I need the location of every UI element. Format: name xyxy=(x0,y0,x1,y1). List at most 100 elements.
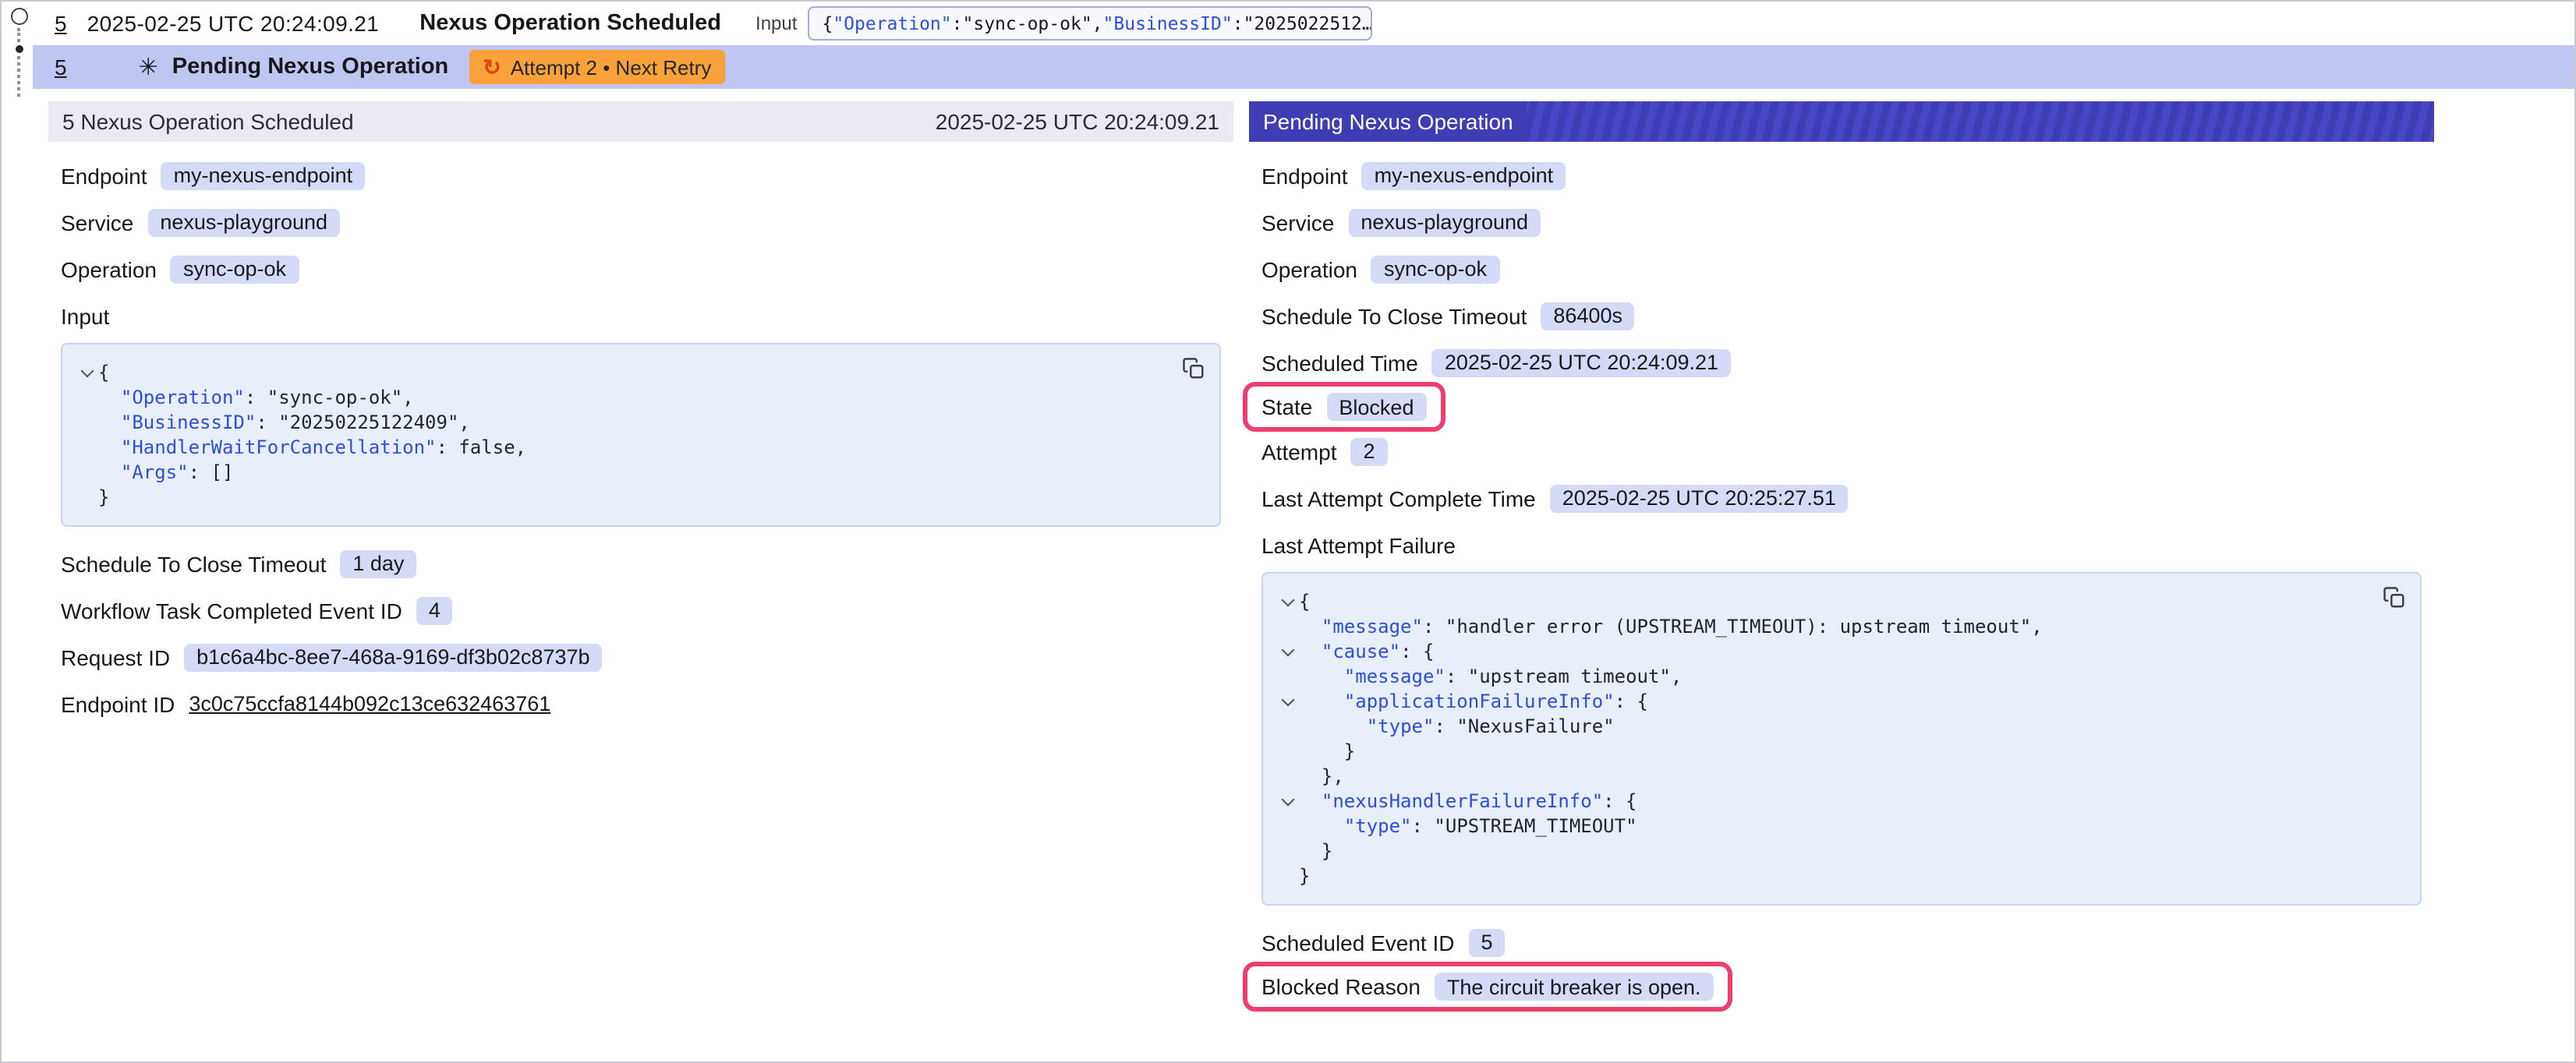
state-badge: Blocked xyxy=(1326,393,1426,421)
field-value-badge: 5 xyxy=(1469,928,1506,956)
field-label: Scheduled Time xyxy=(1261,350,1418,375)
event-summary-row[interactable]: 5 2025-02-25 UTC 20:24:09.21 Nexus Opera… xyxy=(33,2,2574,45)
code-line: "Args": [] xyxy=(75,460,1173,485)
field-label: Service xyxy=(1261,210,1334,235)
collapse-chevron-icon[interactable] xyxy=(80,365,94,378)
code-line: "applicationFailureInfo": { xyxy=(1276,689,2373,714)
field-label: Request ID xyxy=(61,645,170,669)
field-value-badge: 1 day xyxy=(340,549,416,577)
field-label: Schedule To Close Timeout xyxy=(1261,303,1527,328)
timeline-dotted-line xyxy=(17,56,20,97)
code-line: { xyxy=(1276,589,2373,614)
field-value-badge: 2025-02-25 UTC 20:24:09.21 xyxy=(1432,348,1731,376)
field-label: Blocked Reason xyxy=(1261,974,1421,999)
code-line: }, xyxy=(1276,764,2373,789)
panel-header-timestamp: 2025-02-25 UTC 20:24:09.21 xyxy=(936,109,1219,134)
field-label: Workflow Task Completed Event ID xyxy=(61,598,402,623)
workflow-history-page: 5 2025-02-25 UTC 20:24:09.21 Nexus Opera… xyxy=(0,0,2576,1063)
field-value-badge: nexus-playground xyxy=(1348,208,1541,236)
field-value-badge: 4 xyxy=(416,596,453,624)
field-value-badge: b1c6a4bc-8ee7-468a-9169-df3b02c8737b xyxy=(184,643,602,671)
field-row-service: Service nexus-playground xyxy=(61,206,340,238)
collapse-chevron-icon[interactable] xyxy=(1281,793,1294,807)
retry-attempt-badge: ↻ Attempt 2 • Next Retry xyxy=(469,50,725,84)
field-label: Last Attempt Complete Time xyxy=(1261,486,1536,510)
field-label: Service xyxy=(61,210,133,235)
event-id-link[interactable]: 5 xyxy=(55,11,67,36)
field-value-badge: sync-op-ok xyxy=(1371,255,1499,283)
collapse-chevron-icon[interactable] xyxy=(1281,594,1294,607)
input-section-label: Input xyxy=(61,299,1221,332)
retry-badge-label: Attempt 2 • Next Retry xyxy=(511,55,712,79)
panel-header-title: Pending Nexus Operation xyxy=(1249,101,1527,142)
pending-operation-row[interactable]: 5 ✳ Pending Nexus Operation ↻ Attempt 2 … xyxy=(33,45,2574,89)
field-value-badge: 2 xyxy=(1351,437,1388,465)
field-value-badge: my-nexus-endpoint xyxy=(1362,161,1566,189)
input-code-block: { "Operation": "sync-op-ok", "BusinessID… xyxy=(61,343,1221,527)
field-value-badge: my-nexus-endpoint xyxy=(161,161,366,189)
field-row-endpoint: Endpoint my-nexus-endpoint xyxy=(1261,159,1566,192)
code-line: "type": "UPSTREAM_TIMEOUT" xyxy=(1276,814,2373,839)
event-timestamp: 2025-02-25 UTC 20:24:09.21 xyxy=(87,11,380,36)
code-line: } xyxy=(1276,863,2373,888)
field-label: Operation xyxy=(61,256,157,281)
copy-icon[interactable] xyxy=(1182,357,1205,380)
field-label: Endpoint xyxy=(1261,163,1348,188)
last-attempt-failure-label: Last Attempt Failure xyxy=(1261,528,2422,561)
event-title: Nexus Operation Scheduled xyxy=(419,11,721,36)
field-label: Attempt xyxy=(1261,439,1337,464)
pending-event-id-link[interactable]: 5 xyxy=(55,55,67,79)
code-line: } xyxy=(1276,839,2373,863)
field-label: Operation xyxy=(1261,256,1357,281)
event-rows: 5 2025-02-25 UTC 20:24:09.21 Nexus Opera… xyxy=(33,2,2574,89)
event-input-label: Input xyxy=(755,12,797,34)
timeline-circle-marker[interactable] xyxy=(10,8,27,25)
collapse-chevron-icon[interactable] xyxy=(1281,694,1294,707)
code-line: "nexusHandlerFailureInfo": { xyxy=(1276,789,2373,814)
field-row-schedule-to-close-timeout: Schedule To Close Timeout 1 day xyxy=(61,547,416,580)
code-line: } xyxy=(1276,739,2373,764)
code-line: "message": "handler error (UPSTREAM_TIME… xyxy=(1276,614,2373,639)
code-line: "Operation": "sync-op-ok", xyxy=(75,385,1173,410)
code-line: } xyxy=(75,485,1173,510)
timeline-dotted-line xyxy=(17,28,20,42)
timeline-rail xyxy=(6,8,31,97)
endpoint-id-link[interactable]: 3c0c75ccfa8144b092c13ce632463761 xyxy=(189,692,550,715)
field-row-scheduled-event-id: Scheduled Event ID 5 xyxy=(1261,926,1506,959)
field-label: Endpoint xyxy=(61,163,147,188)
pending-operation-title: Pending Nexus Operation xyxy=(172,55,449,79)
field-row-workflow-task-completed-event-id: Workflow Task Completed Event ID 4 xyxy=(61,594,453,627)
field-label: Endpoint ID xyxy=(61,691,175,716)
field-row-endpoint-id: Endpoint ID 3c0c75ccfa8144b092c13ce63246… xyxy=(61,687,550,720)
field-value-badge: nexus-playground xyxy=(147,208,340,236)
field-row-service: Service nexus-playground xyxy=(1261,206,1541,238)
field-row-schedule-to-close-timeout: Schedule To Close Timeout 86400s xyxy=(1261,299,1635,332)
field-row-scheduled-time: Scheduled Time 2025-02-25 UTC 20:24:09.2… xyxy=(1261,346,1731,379)
field-label: State xyxy=(1261,394,1312,419)
code-line: "BusinessID": "20250225122409", xyxy=(75,410,1173,435)
field-value-badge: 86400s xyxy=(1541,302,1635,330)
scheduled-event-panel: 5 Nexus Operation Scheduled 2025-02-25 U… xyxy=(48,101,1233,1030)
field-label: Schedule To Close Timeout xyxy=(61,551,326,576)
collapse-chevron-icon[interactable] xyxy=(1281,644,1294,657)
retry-icon: ↻ xyxy=(483,54,501,80)
field-label: Scheduled Event ID xyxy=(1261,930,1455,955)
field-value-badge: sync-op-ok xyxy=(171,255,299,283)
timeline-dot-marker[interactable] xyxy=(15,45,23,53)
event-input-preview: {"Operation":"sync-op-ok","BusinessID":"… xyxy=(808,6,1372,41)
nexus-operation-icon: ✳ xyxy=(139,53,158,81)
field-row-operation: Operation sync-op-ok xyxy=(1261,253,1499,285)
code-line: "cause": { xyxy=(1276,639,2373,664)
field-value-badge: 2025-02-25 UTC 20:25:27.51 xyxy=(1550,484,1849,512)
scheduled-event-panel-body: Endpoint my-nexus-endpoint Service nexus… xyxy=(48,142,1233,750)
pending-operation-panel-body: Endpoint my-nexus-endpoint Service nexus… xyxy=(1249,142,2434,1030)
scheduled-event-panel-header: 5 Nexus Operation Scheduled 2025-02-25 U… xyxy=(48,101,1233,142)
pending-operation-panel-header: Pending Nexus Operation xyxy=(1249,101,2434,142)
failure-code-block: { "message": "handler error (UPSTREAM_TI… xyxy=(1261,572,2422,906)
panel-header-title: 5 Nexus Operation Scheduled xyxy=(62,109,354,134)
blocked-reason-badge: The circuit breaker is open. xyxy=(1435,973,1714,1001)
event-detail-panels: 5 Nexus Operation Scheduled 2025-02-25 U… xyxy=(48,101,2574,1030)
copy-icon[interactable] xyxy=(2383,586,2406,609)
field-row-state-highlighted: State Blocked xyxy=(1243,382,1445,432)
code-line: { xyxy=(75,360,1173,385)
